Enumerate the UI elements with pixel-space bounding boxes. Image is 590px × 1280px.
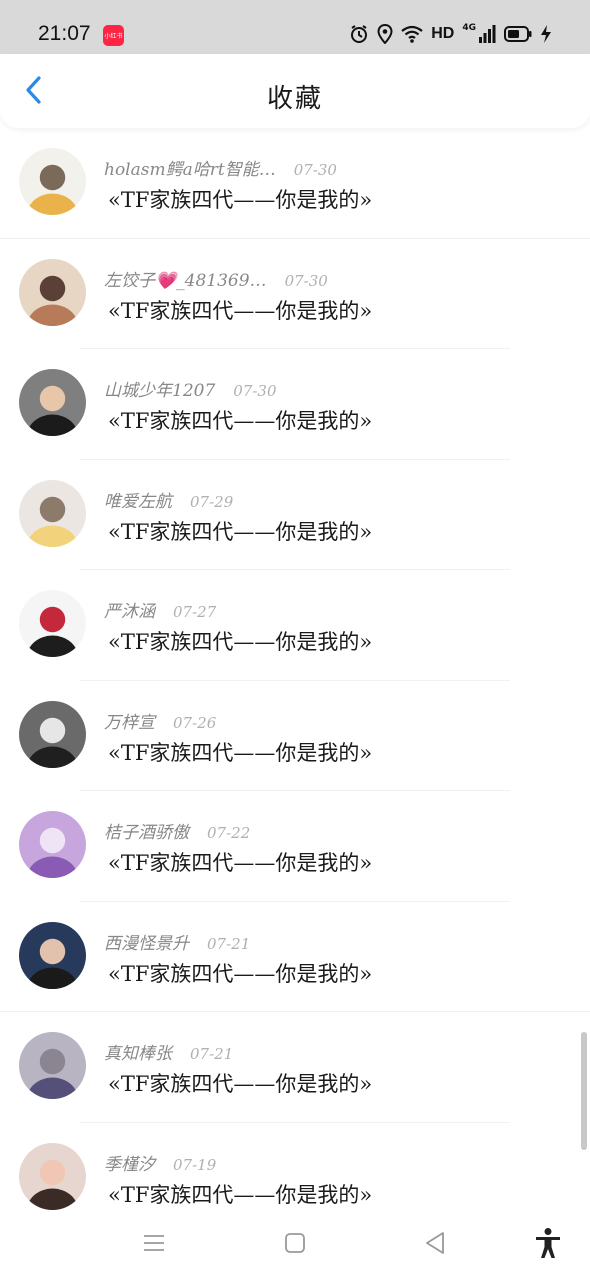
item-meta: 西漫怪景升 07-21	[104, 929, 250, 954]
location-icon	[377, 24, 393, 44]
menu-button[interactable]	[137, 1228, 171, 1262]
status-icons: HD 4G	[349, 24, 552, 44]
item-meta: 万梓宣 07-26	[104, 708, 216, 733]
avatar-image	[19, 369, 86, 436]
list-item[interactable]: 真知棒张 07-21 «TF家族四代——你是我的»	[0, 1012, 590, 1123]
post-date: 07-30	[233, 382, 277, 400]
post-title[interactable]: «TF家族四代——你是我的»	[108, 737, 372, 767]
author-name[interactable]: 真知棒张	[104, 1039, 172, 1064]
author-name[interactable]: 严沐涵	[104, 597, 155, 622]
post-date: 07-30	[293, 161, 337, 179]
post-date: 07-22	[207, 824, 251, 842]
avatar[interactable]	[19, 811, 86, 878]
back-nav-button[interactable]	[418, 1228, 452, 1262]
home-icon	[284, 1232, 306, 1258]
post-date: 07-26	[173, 713, 217, 732]
item-meta: 唯爱左航 07-29	[104, 487, 233, 512]
list-item[interactable]: 万梓宣 07-26 «TF家族四代——你是我的»	[0, 681, 590, 791]
app-header: 收藏	[0, 54, 590, 128]
avatar[interactable]	[19, 148, 86, 215]
author-name[interactable]: 山城少年1207	[104, 376, 215, 401]
avatar[interactable]	[19, 921, 86, 989]
avatar-image	[19, 700, 86, 768]
list-item[interactable]: 严沐涵 07-27 «TF家族四代——你是我的»	[0, 570, 590, 681]
post-title[interactable]: «TF家族四代——你是我的»	[108, 295, 372, 325]
avatar-image	[19, 479, 86, 547]
wifi-icon	[401, 25, 423, 43]
author-name[interactable]: 唯爱左航	[104, 487, 172, 512]
post-title[interactable]: «TF家族四代——你是我的»	[108, 1179, 372, 1209]
author-name[interactable]: 左饺子💗_481369…	[104, 266, 267, 291]
list-item[interactable]: 山城少年1207 07-30 «TF家族四代——你是我的»	[0, 349, 590, 460]
scrollbar[interactable]	[581, 1032, 587, 1150]
post-title[interactable]: «TF家族四代——你是我的»	[108, 516, 372, 546]
network-type-label: 4G	[462, 23, 476, 33]
avatar[interactable]	[19, 258, 86, 326]
post-date: 07-29	[190, 492, 234, 511]
signal-icon	[478, 25, 496, 43]
author-name[interactable]: 万梓宣	[104, 708, 155, 733]
list-item[interactable]: 西漫怪景升 07-21 «TF家族四代——你是我的»	[0, 902, 590, 1012]
hd-label: HD	[431, 25, 455, 42]
accessibility-icon	[534, 1227, 562, 1263]
xiaohongshu-app-icon: 小红书	[103, 25, 124, 46]
post-title[interactable]: «TF家族四代——你是我的»	[108, 847, 372, 877]
avatar-image	[19, 258, 86, 326]
avatar[interactable]	[19, 479, 86, 547]
author-name[interactable]: 桔子酒骄傲	[104, 818, 189, 843]
menu-icon	[143, 1234, 165, 1256]
item-meta: 山城少年1207 07-30	[104, 376, 277, 401]
avatar-image	[19, 148, 86, 215]
avatar-image	[19, 590, 86, 657]
post-date: 07-21	[207, 934, 251, 953]
avatar[interactable]	[19, 369, 86, 436]
battery-icon	[504, 26, 532, 42]
author-name[interactable]: holasm鳄a哈rt智能…	[104, 155, 276, 180]
post-date: 07-19	[173, 1155, 217, 1174]
status-bar: 21:07 小红书 HD 4G	[0, 0, 590, 54]
avatar-image	[19, 811, 86, 878]
item-meta: 季槿汐 07-19	[104, 1150, 216, 1175]
avatar[interactable]	[19, 590, 86, 657]
avatar-image	[19, 921, 86, 989]
page-title: 收藏	[266, 84, 323, 114]
post-title[interactable]: «TF家族四代——你是我的»	[108, 405, 372, 435]
author-name[interactable]: 西漫怪景升	[104, 929, 189, 954]
status-time: 21:07	[38, 22, 91, 45]
favorites-list: holasm鳄a哈rt智能… 07-30 «TF家族四代——你是我的» 左饺子💗…	[0, 128, 590, 1210]
home-button[interactable]	[278, 1228, 312, 1262]
list-item[interactable]: 唯爱左航 07-29 «TF家族四代——你是我的»	[0, 460, 590, 570]
post-title[interactable]: «TF家族四代——你是我的»	[108, 184, 372, 214]
charging-icon	[540, 25, 552, 43]
item-meta: holasm鳄a哈rt智能… 07-30	[104, 155, 337, 180]
list-item[interactable]: 桔子酒骄傲 07-22 «TF家族四代——你是我的»	[0, 791, 590, 902]
item-meta: 左饺子💗_481369… 07-30	[104, 266, 328, 291]
list-item[interactable]: 左饺子💗_481369… 07-30 «TF家族四代——你是我的»	[0, 239, 590, 349]
alarm-icon	[349, 24, 369, 44]
list-item[interactable]: 季槿汐 07-19 «TF家族四代——你是我的»	[0, 1123, 590, 1211]
post-date: 07-27	[173, 603, 217, 621]
post-date: 07-21	[190, 1045, 234, 1063]
author-name[interactable]: 季槿汐	[104, 1150, 155, 1175]
post-date: 07-30	[284, 271, 328, 290]
item-meta: 真知棒张 07-21	[104, 1039, 233, 1064]
system-nav-bar	[0, 1210, 590, 1280]
avatar[interactable]	[19, 700, 86, 768]
item-meta: 严沐涵 07-27	[104, 597, 216, 622]
list-item[interactable]: holasm鳄a哈rt智能… 07-30 «TF家族四代——你是我的»	[0, 128, 590, 239]
avatar-image	[19, 1142, 86, 1210]
avatar[interactable]	[19, 1032, 86, 1099]
avatar-image	[19, 1032, 86, 1099]
post-title[interactable]: «TF家族四代——你是我的»	[108, 626, 372, 656]
avatar[interactable]	[19, 1142, 86, 1210]
back-triangle-icon	[424, 1231, 446, 1259]
accessibility-button[interactable]	[531, 1228, 565, 1262]
post-title[interactable]: «TF家族四代——你是我的»	[108, 1068, 372, 1098]
post-title[interactable]: «TF家族四代——你是我的»	[108, 958, 372, 988]
item-meta: 桔子酒骄傲 07-22	[104, 818, 250, 843]
